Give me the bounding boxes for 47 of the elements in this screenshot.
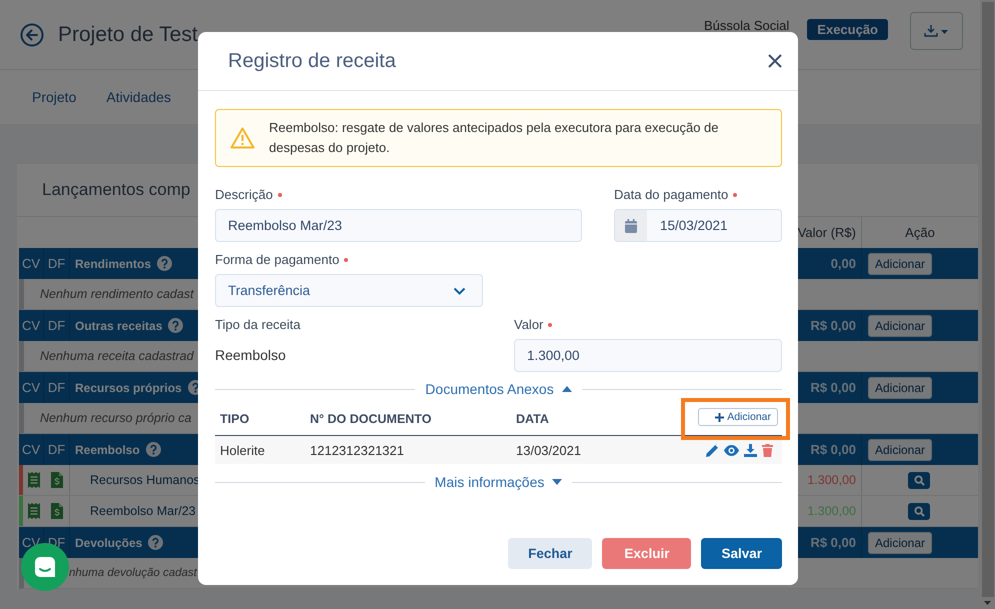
column-header: Ação <box>904 225 936 240</box>
nav-tab[interactable]: Atividades <box>106 89 171 105</box>
description-field[interactable]: Reembolso Mar/23 <box>215 209 582 242</box>
dialog-button[interactable]: Excluir <box>602 538 692 569</box>
item-name[interactable]: Recursos Humanos <box>90 473 200 487</box>
section-name: Devoluções <box>75 536 142 550</box>
organization-name: Bússola Social <box>704 19 790 32</box>
card-title: Lançamentos comp <box>42 180 190 200</box>
df-label: DF <box>44 434 70 465</box>
section-toggle[interactable]: Documentos Anexos <box>425 381 572 397</box>
column-header: N° DO DOCUMENTO <box>310 412 432 426</box>
section-toggle[interactable]: Mais informações <box>434 474 562 490</box>
revenue-type-value: Reembolso <box>215 346 287 365</box>
alert-text: Reembolso: resgate de valores antecipados pela executora para execução de despesas do projeto. <box>269 119 720 157</box>
table-cell-text: 1212312321321 <box>310 442 405 458</box>
table-cell-text: Holerite <box>219 442 266 458</box>
column-header: DATA <box>516 412 550 426</box>
project-title: Projeto de Test <box>58 22 198 46</box>
add-document-button[interactable]: Adicionar <box>698 408 778 426</box>
item-name[interactable]: Reembolso Mar/23 <box>90 504 196 518</box>
add-button[interactable]: Adicionar <box>868 314 932 336</box>
status-badge: Execução <box>807 19 888 40</box>
date-field[interactable]: 15/03/2021 <box>614 209 782 242</box>
field-label: Data do pagamento <box>614 187 782 202</box>
empty-message: Nenhuma receita cadastrad <box>39 349 194 363</box>
empty-message: Nenhum rendimento cadast <box>39 287 194 301</box>
payment-method-select[interactable]: Transferência <box>215 274 483 307</box>
section-name: Outras receitas <box>75 318 162 332</box>
modal-title: Registro de receita <box>228 50 396 72</box>
field-label: Forma de pagamento <box>215 252 483 267</box>
dialog-button[interactable]: Salvar <box>701 538 782 569</box>
dialog-button[interactable]: Fechar <box>508 538 592 569</box>
amount-field[interactable]: 1.300,00 <box>514 339 782 372</box>
column-header: TIPO <box>219 412 250 426</box>
add-button[interactable]: Adicionar <box>868 438 932 460</box>
nav-tab[interactable]: Projeto <box>32 89 76 105</box>
add-button[interactable]: Adicionar <box>868 252 932 274</box>
empty-message: nhuma devolução cadast <box>69 567 197 579</box>
section-name: Rendimentos <box>75 256 152 270</box>
add-button[interactable]: Adicionar <box>868 376 932 398</box>
section-name: Recursos próprios <box>75 380 182 394</box>
section-name: Reembolso <box>75 442 140 456</box>
add-button[interactable]: Adicionar <box>868 532 932 554</box>
empty-message: Nenhum recurso próprio ca <box>39 411 192 425</box>
table-cell-text: 13/03/2021 <box>516 442 582 458</box>
field-label: Tipo da receita <box>215 317 302 332</box>
field-label: Descrição <box>215 187 582 202</box>
